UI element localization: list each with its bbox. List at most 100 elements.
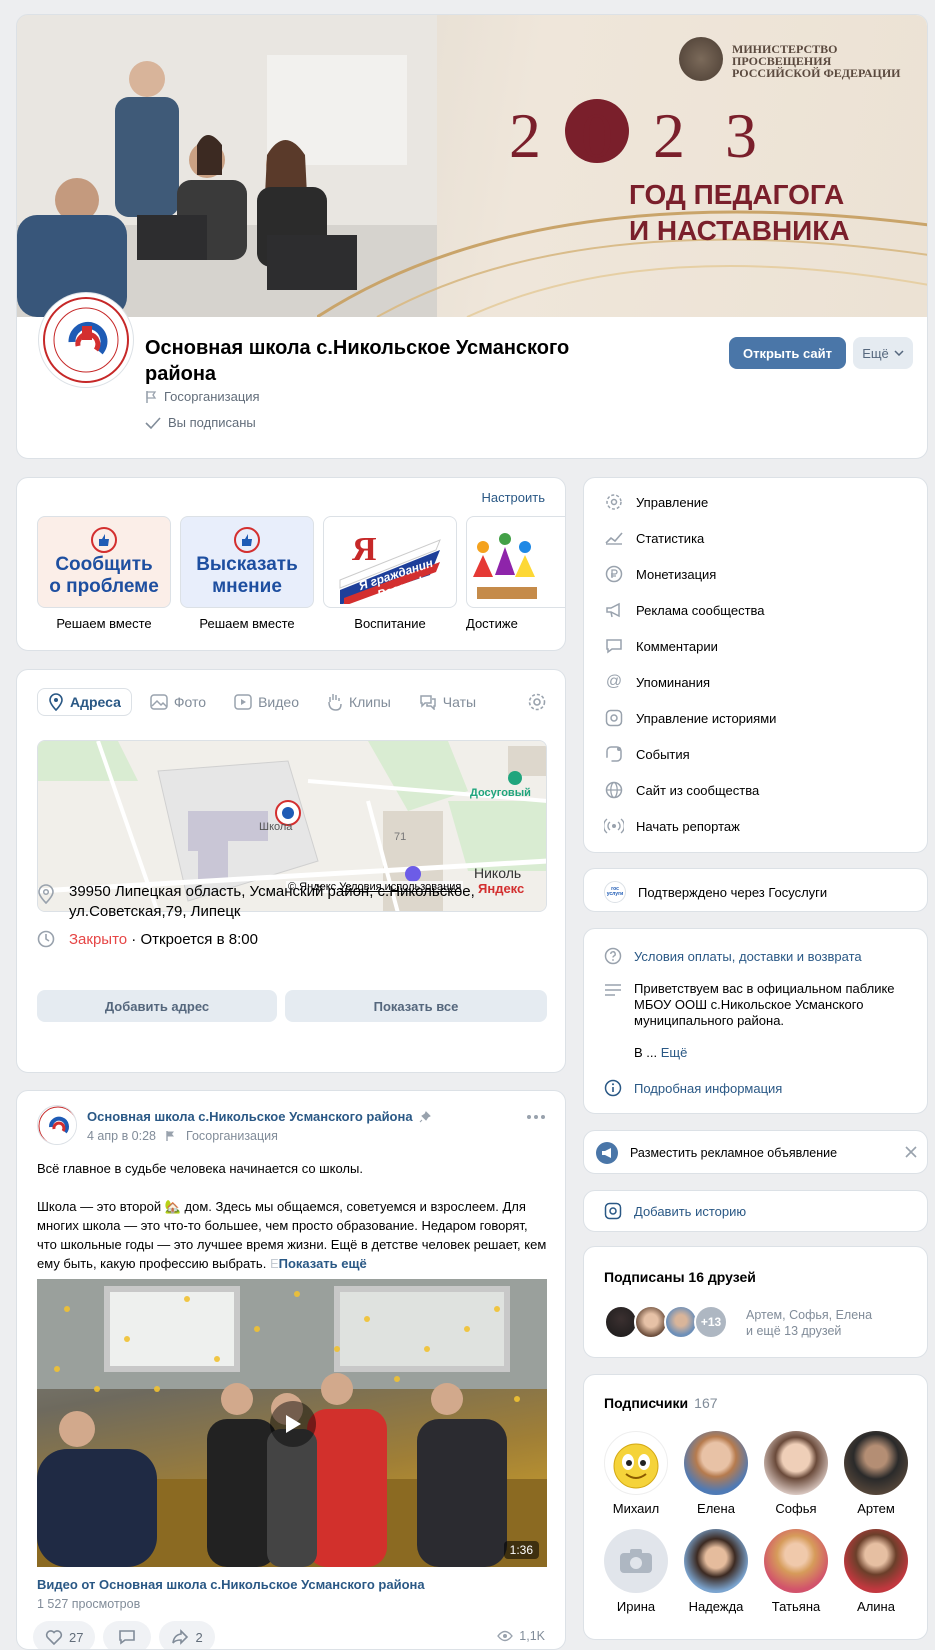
gosuslugi-card[interactable]: гос услуги Подтверждено через Госуслуги (583, 868, 928, 912)
stories-icon (604, 1202, 622, 1220)
friends-title[interactable]: Подписаны 16 друзей (604, 1269, 756, 1285)
group-type: Госорганизация (145, 389, 260, 404)
followers-title[interactable]: Подписчики 167 (604, 1395, 718, 1411)
shortcut-upbringing[interactable]: Я Я гражданин России! Воспитание (323, 516, 457, 631)
menu-item-manage[interactable]: Управление (604, 492, 708, 512)
chevron-down-icon (894, 350, 904, 356)
achievements-image (473, 533, 537, 599)
tab-addresses[interactable]: Адреса (37, 688, 132, 716)
content-tabs: Адреса Фото Видео Клипы Чаты (37, 688, 486, 716)
shortcuts-card: Настроить Сообщить о проблеме Решаем вме… (16, 477, 566, 651)
play-icon[interactable] (270, 1401, 316, 1447)
comment-icon (118, 1629, 136, 1645)
thumbs-up-icon (90, 526, 118, 554)
avatar (604, 1431, 668, 1495)
post-video[interactable]: 1:36 (37, 1279, 547, 1567)
avatar (664, 1305, 698, 1339)
avatar (604, 1305, 638, 1339)
chat-icon (419, 694, 437, 710)
subscribed-status[interactable]: Вы подписаны (145, 415, 256, 430)
menu-item-broadcast[interactable]: Начать репортаж (604, 816, 740, 836)
more-dots-icon[interactable] (527, 1115, 545, 1119)
follower-item[interactable]: Елена (684, 1431, 748, 1516)
tab-chats[interactable]: Чаты (409, 688, 486, 716)
open-site-button[interactable]: Открыть сайт (729, 337, 846, 369)
close-icon[interactable] (905, 1146, 917, 1158)
heart-icon (45, 1629, 63, 1645)
more-button[interactable]: Ещё (853, 337, 913, 369)
map-label-school: Школа (259, 821, 293, 833)
configure-link[interactable]: Настроить (481, 490, 545, 505)
chart-icon (604, 528, 624, 548)
shortcut-report-problem[interactable]: Сообщить о проблеме Решаем вместе (37, 516, 171, 631)
show-more-link[interactable]: Показать ещё (279, 1256, 367, 1271)
post-date[interactable]: 4 апр в 0:28 (87, 1129, 156, 1143)
clips-icon (327, 693, 343, 711)
menu-item-monetization[interactable]: Монетизация (604, 564, 716, 584)
menu-item-site[interactable]: Сайт из сообщества (604, 780, 759, 800)
menu-item-mentions[interactable]: @ Упоминания (604, 672, 710, 692)
shortcut-achievements[interactable]: Достиже (466, 516, 565, 631)
add-address-button[interactable]: Добавить адрес (37, 990, 277, 1022)
details-link[interactable]: Подробная информация (604, 1079, 782, 1097)
follower-item[interactable]: Михаил (604, 1431, 668, 1516)
location-pin-icon (37, 884, 55, 922)
tab-photos[interactable]: Фото (140, 688, 216, 716)
follower-item[interactable]: Ирина (604, 1529, 668, 1614)
group-avatar[interactable] (39, 293, 133, 387)
slogan: ГОД ПЕДАГОГА И НАСТАВНИКА (629, 179, 850, 246)
like-button[interactable]: 27 (33, 1621, 96, 1649)
share-button[interactable]: 2 (159, 1621, 215, 1649)
menu-item-stories[interactable]: Управление историями (604, 708, 776, 728)
comment-button[interactable] (103, 1621, 152, 1649)
megaphone-icon (604, 600, 624, 620)
megaphone-icon (596, 1142, 618, 1164)
menu-item-comments[interactable]: Комментарии (604, 636, 718, 656)
tab-clips[interactable]: Клипы (317, 688, 401, 716)
ad-card[interactable]: Разместить рекламное объявление (583, 1130, 928, 1174)
comment-icon (604, 636, 624, 656)
description: Приветствуем вас в официальном паблике М… (604, 981, 904, 1061)
globe-icon (604, 780, 624, 800)
management-menu: Управление Статистика Монетизация Реклам… (583, 477, 928, 853)
followers-card: Подписчики 167 Михаил Елена Софья Артем … (583, 1374, 928, 1640)
avatar (764, 1529, 828, 1593)
post-author-avatar[interactable] (37, 1105, 77, 1145)
friends-avatars[interactable]: +13 (604, 1305, 728, 1339)
opening-hours-row: Закрыто · Откроется в 8:00 (37, 930, 258, 950)
menu-item-statistics[interactable]: Статистика (604, 528, 704, 548)
photo-icon (150, 694, 168, 710)
video-title[interactable]: Видео от Основная школа с.Никольское Усм… (37, 1577, 425, 1592)
avatar (764, 1431, 828, 1495)
group-title: Основная школа с.Никольское Усманского р… (145, 337, 570, 385)
add-story-card[interactable]: Добавить историю (583, 1190, 928, 1232)
follower-item[interactable]: Софья (764, 1431, 828, 1516)
video-views: 1 527 просмотров (37, 1597, 141, 1611)
tab-videos[interactable]: Видео (224, 688, 309, 716)
description-more-link[interactable]: Ещё (661, 1045, 688, 1060)
show-all-button[interactable]: Показать все (285, 990, 547, 1022)
video-icon (234, 694, 252, 710)
year-text: 2023 (509, 100, 797, 171)
ruble-icon (604, 564, 624, 584)
post-author-name[interactable]: Основная школа с.Никольское Усманского р… (87, 1109, 413, 1124)
menu-item-ads[interactable]: Реклама сообщества (604, 600, 765, 620)
broadcast-icon (604, 816, 624, 836)
settings-gear-icon[interactable] (527, 692, 547, 712)
map-label-village: Николь (474, 865, 522, 881)
avatar (844, 1431, 908, 1495)
flag-icon (145, 390, 157, 404)
address-row: 39950 Липецкая область, Усманский район,… (37, 882, 547, 922)
avatar (634, 1305, 668, 1339)
follower-item[interactable]: Артем (844, 1431, 908, 1516)
friends-names: Артем, Софья, Елена и ещё 13 друзей (746, 1308, 873, 1338)
payment-terms-link[interactable]: Условия оплаты, доставки и возврата (604, 947, 862, 965)
text-lines-icon (604, 983, 622, 1061)
status-opens: · Откроется в 8:00 (127, 931, 258, 948)
map-label-leisure: Досуговый (470, 787, 531, 799)
follower-item[interactable]: Надежда (684, 1529, 748, 1614)
follower-item[interactable]: Алина (844, 1529, 908, 1614)
menu-item-events[interactable]: События (604, 744, 690, 764)
follower-item[interactable]: Татьяна (764, 1529, 828, 1614)
shortcut-give-opinion[interactable]: Высказать мнение Решаем вместе (180, 516, 314, 631)
